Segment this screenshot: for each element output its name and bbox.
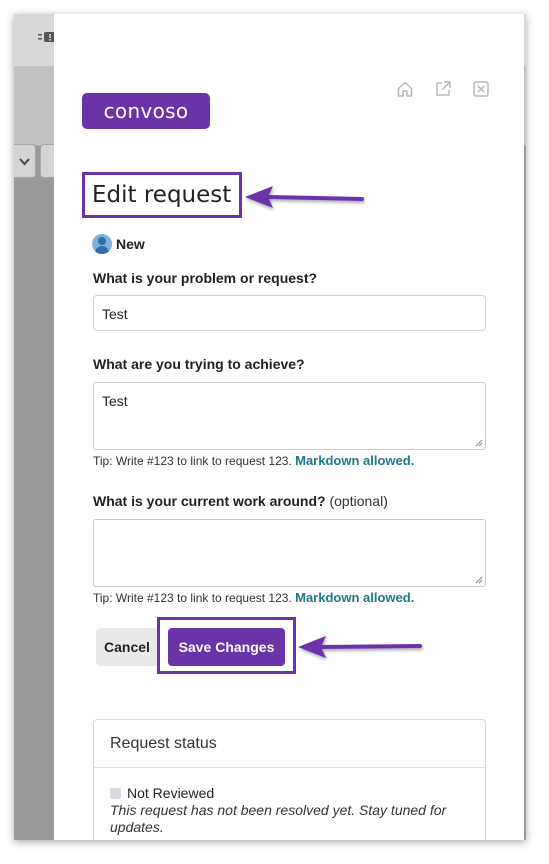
problem-label: What is your problem or request? [93,270,318,286]
user-avatar-icon [92,234,112,254]
page-title: Edit request [92,182,232,208]
resize-grip-icon[interactable] [475,439,483,447]
card-body: Not Reviewed This request has not been r… [94,768,485,836]
status-indicator-icon [110,787,121,799]
background-dropdown [14,144,36,178]
status-label: New [116,236,145,252]
request-status-line: New [92,234,145,254]
screenshot-stage: convoso Edit request New What is your pr… [0,0,549,864]
tip-text: Tip: Write #123 to link to request 123. [93,454,292,468]
problem-input[interactable]: Test [93,295,486,331]
status-row: Not Reviewed [110,785,469,801]
logo-text: convoso [103,99,189,123]
achieve-textarea[interactable]: Test [93,382,486,450]
card-header: Request status [94,720,485,768]
home-icon[interactable] [396,80,414,98]
save-changes-button[interactable]: Save Changes [168,628,285,666]
chevron-down-icon [19,158,30,166]
achieve-label: What are you trying to achieve? [93,356,305,372]
achieve-textarea-value: Test [102,393,128,409]
convoso-logo: convoso [82,93,210,129]
annotation-arrow-title [245,186,364,208]
tip-text: Tip: Write #123 to link to request 123. [93,591,292,605]
status-description: This request has not been resolved yet. … [110,802,447,835]
resize-grip-icon[interactable] [475,576,483,584]
close-icon[interactable] [472,80,490,98]
workaround-label-text: What is your current work around? [93,493,326,509]
panel-actions [396,80,490,98]
markdown-link[interactable]: Markdown allowed. [295,453,414,468]
achieve-tip: Tip: Write #123 to link to request 123. … [93,453,414,468]
workaround-textarea[interactable] [93,519,486,587]
status-value: Not Reviewed [127,785,215,801]
edit-request-panel: convoso Edit request New What is your pr… [54,14,524,840]
annotation-arrow-save [298,636,422,658]
request-status-card: Request status Not Reviewed This request… [93,719,486,840]
problem-input-value: Test [102,306,128,322]
open-external-icon[interactable] [434,80,452,98]
markdown-link[interactable]: Markdown allowed. [295,590,414,605]
workaround-label: What is your current work around? (optio… [93,493,388,509]
cancel-button[interactable]: Cancel [96,628,158,666]
workaround-tip: Tip: Write #123 to link to request 123. … [93,590,414,605]
optional-label: (optional) [329,493,388,509]
title-highlight-frame: Edit request [82,172,242,218]
